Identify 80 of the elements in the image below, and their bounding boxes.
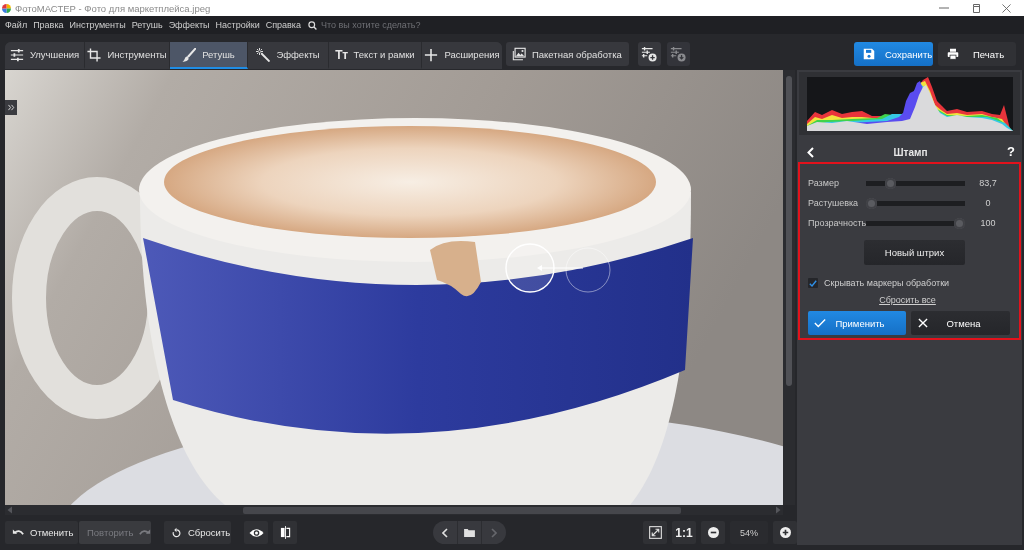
zoom-in-button[interactable] <box>773 521 797 544</box>
search-field[interactable]: Что вы хотите сделать? <box>321 18 471 32</box>
sliders-icon <box>9 47 24 62</box>
cancel-button[interactable]: Отмена <box>911 311 1010 335</box>
horizontal-scrollbar[interactable] <box>5 505 783 515</box>
chevron-right-icon <box>491 527 498 538</box>
stamp-source-circle-icon[interactable] <box>565 247 611 293</box>
actual-size-button[interactable]: 1:1 <box>672 521 696 544</box>
menu-item[interactable]: Правка <box>33 20 64 30</box>
print-button[interactable]: Печать <box>938 42 1016 66</box>
brush-icon <box>182 47 197 62</box>
window-title: ФотоМАСТЕР - Фото для маркетплейса.jpeg <box>15 2 211 14</box>
compare-button[interactable] <box>273 521 297 544</box>
slider-thumb[interactable] <box>954 217 965 229</box>
menu-item[interactable]: Эффекты <box>168 20 210 30</box>
panel-title: Штамп <box>892 146 929 158</box>
magic-wand-icon <box>256 47 271 62</box>
apply-button[interactable]: Применить <box>808 311 906 335</box>
vertical-scrollbar[interactable] <box>783 70 795 505</box>
hide-markers-checkbox[interactable] <box>808 278 818 288</box>
expand-panel-button[interactable] <box>5 100 17 115</box>
restore-icon[interactable] <box>971 3 980 13</box>
double-chevron-icon <box>7 104 15 111</box>
chevron-left-icon <box>441 527 448 538</box>
slider-value: 100 <box>979 218 997 228</box>
scrollbar-thumb[interactable] <box>243 506 681 514</box>
checkmark-icon <box>809 279 817 287</box>
folder-icon <box>464 528 475 537</box>
zoom-out-button[interactable] <box>701 521 725 544</box>
eye-icon <box>248 527 264 538</box>
split-view-icon <box>279 526 291 539</box>
fit-to-screen-button[interactable] <box>643 521 667 544</box>
sliders-plus-icon <box>641 46 658 62</box>
search-icon <box>308 20 317 30</box>
circular-arrow-icon <box>172 527 181 538</box>
arrow-icon <box>537 264 583 272</box>
new-stroke-button[interactable]: Новый штрих <box>864 240 965 265</box>
redo-icon <box>139 528 152 537</box>
menu-item[interactable]: Файл <box>5 20 28 30</box>
slider-value: 83,7 <box>978 178 998 188</box>
menu-item[interactable]: Справка <box>265 20 301 30</box>
plus-icon <box>779 527 791 538</box>
zoom-field[interactable]: 54% <box>730 521 768 544</box>
close-icon[interactable] <box>1002 3 1011 13</box>
back-chevron-icon[interactable] <box>807 146 814 158</box>
slider-label: Прозрачность <box>808 218 866 228</box>
text-format-icon: Tт <box>335 47 348 62</box>
batch-processing-button[interactable]: Пакетная обработка <box>506 42 629 66</box>
menu-item[interactable]: Инструменты <box>69 20 126 30</box>
checkmark-icon <box>814 318 826 328</box>
slider-label: Размер <box>808 178 840 188</box>
undo-button[interactable]: Отменить <box>5 521 78 544</box>
save-button[interactable]: Сохранить <box>854 42 933 66</box>
preview-button[interactable] <box>244 521 268 544</box>
sliders-download-icon <box>670 46 687 62</box>
fullscreen-icon <box>648 526 662 539</box>
stamp-target-circle-icon[interactable] <box>505 243 555 293</box>
help-button[interactable]: ? <box>1007 145 1015 159</box>
reset-button[interactable]: Сбросить <box>164 521 231 544</box>
add-preset-button[interactable] <box>637 42 661 66</box>
scrollbar-thumb[interactable] <box>786 76 792 386</box>
plus-icon <box>424 47 439 62</box>
menu-item[interactable]: Настройки <box>215 20 260 30</box>
checkbox-label[interactable]: Скрывать маркеры обработки <box>824 278 950 288</box>
slider-thumb[interactable] <box>885 177 897 189</box>
minus-icon <box>707 527 719 538</box>
slider-label: Растушевка <box>808 198 860 208</box>
slider-value: 0 <box>984 198 992 208</box>
app-logo-icon <box>2 3 11 13</box>
crop-icon <box>87 47 102 62</box>
tab[interactable]: Инструменты <box>85 42 170 69</box>
slider-thumb[interactable] <box>866 197 877 209</box>
close-icon <box>917 318 929 328</box>
printer-icon <box>947 48 959 60</box>
menu-item[interactable]: Ретушь <box>131 20 163 30</box>
tab[interactable]: Ретушь <box>170 42 248 69</box>
reset-all-link[interactable]: Сбросить все <box>879 295 936 305</box>
image-stack-icon <box>512 47 526 61</box>
undo-icon <box>12 528 24 537</box>
tab[interactable]: Улучшения <box>5 42 85 69</box>
